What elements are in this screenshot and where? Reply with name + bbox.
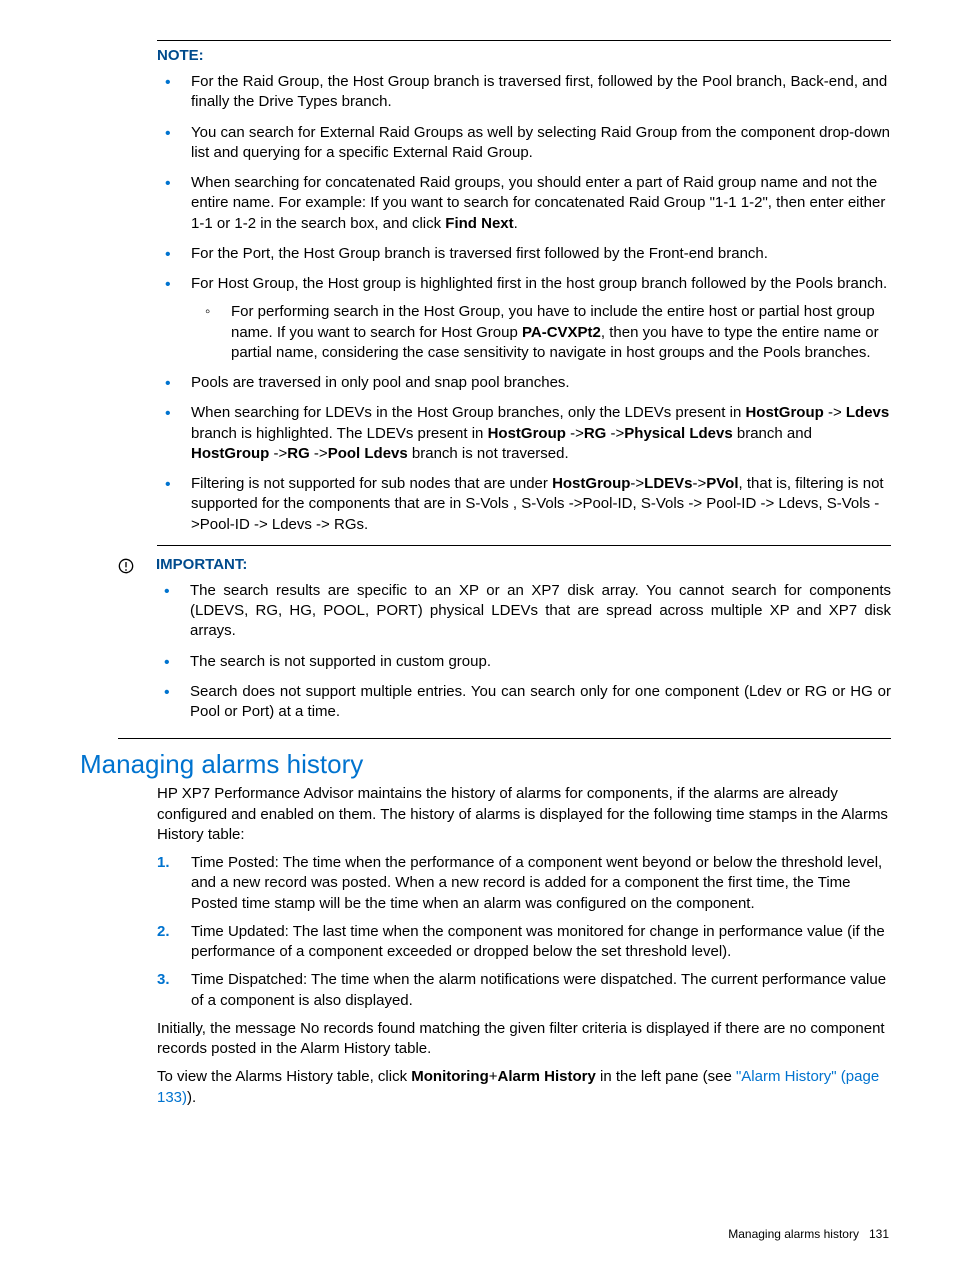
numbered-item: Time Dispatched: The time when the alarm…: [157, 970, 891, 1011]
note-list: For the Raid Group, the Host Group branc…: [157, 72, 891, 535]
note-subitem: For performing search in the Host Group,…: [191, 302, 891, 363]
note-item-text: For the Raid Group, the Host Group branc…: [191, 73, 887, 110]
section-heading: Managing alarms history: [80, 749, 891, 780]
important-heading: IMPORTANT:: [156, 556, 891, 573]
important-item: The search results are specific to an XP…: [156, 581, 891, 642]
note-item-text: Pools are traversed in only pool and sna…: [191, 374, 570, 391]
note-item: When searching for LDEVs in the Host Gro…: [157, 403, 891, 464]
note-heading: NOTE:: [157, 47, 891, 64]
footer-page: 131: [869, 1227, 889, 1241]
important-item: Search does not support multiple entries…: [156, 682, 891, 723]
note-item-text: For Host Group, the Host group is highli…: [191, 275, 887, 292]
numbered-list: Time Posted: The time when the performan…: [157, 853, 891, 1011]
note-top-rule: [157, 40, 891, 41]
note-item: For the Port, the Host Group branch is t…: [157, 244, 891, 264]
note-item-text: When searching for LDEVs in the Host Gro…: [191, 404, 889, 462]
note-sublist: For performing search in the Host Group,…: [191, 302, 891, 363]
section-para2: Initially, the message No records found …: [157, 1019, 891, 1060]
note-item: You can search for External Raid Groups …: [157, 123, 891, 164]
important-bottom-rule: [118, 738, 891, 739]
page-footer: Managing alarms history 131: [728, 1227, 889, 1241]
note-item: For the Raid Group, the Host Group branc…: [157, 72, 891, 113]
note-item: Filtering is not supported for sub nodes…: [157, 474, 891, 535]
section-para3: To view the Alarms History table, click …: [157, 1067, 891, 1108]
important-item: The search is not supported in custom gr…: [156, 652, 891, 672]
numbered-item: Time Posted: The time when the performan…: [157, 853, 891, 914]
important-list: The search results are specific to an XP…: [156, 581, 891, 723]
footer-text: Managing alarms history: [728, 1227, 859, 1241]
note-item-text: When searching for concatenated Raid gro…: [191, 174, 885, 232]
note-item: For Host Group, the Host group is highli…: [157, 274, 891, 363]
note-bottom-rule: [157, 545, 891, 546]
note-item: Pools are traversed in only pool and sna…: [157, 373, 891, 393]
important-icon: [118, 556, 156, 733]
note-item-text: You can search for External Raid Groups …: [191, 124, 890, 161]
note-item-text: Filtering is not supported for sub nodes…: [191, 475, 884, 533]
note-item: When searching for concatenated Raid gro…: [157, 173, 891, 234]
numbered-item: Time Updated: The last time when the com…: [157, 922, 891, 963]
note-item-text: For the Port, the Host Group branch is t…: [191, 245, 768, 262]
section-para1: HP XP7 Performance Advisor maintains the…: [157, 784, 891, 845]
